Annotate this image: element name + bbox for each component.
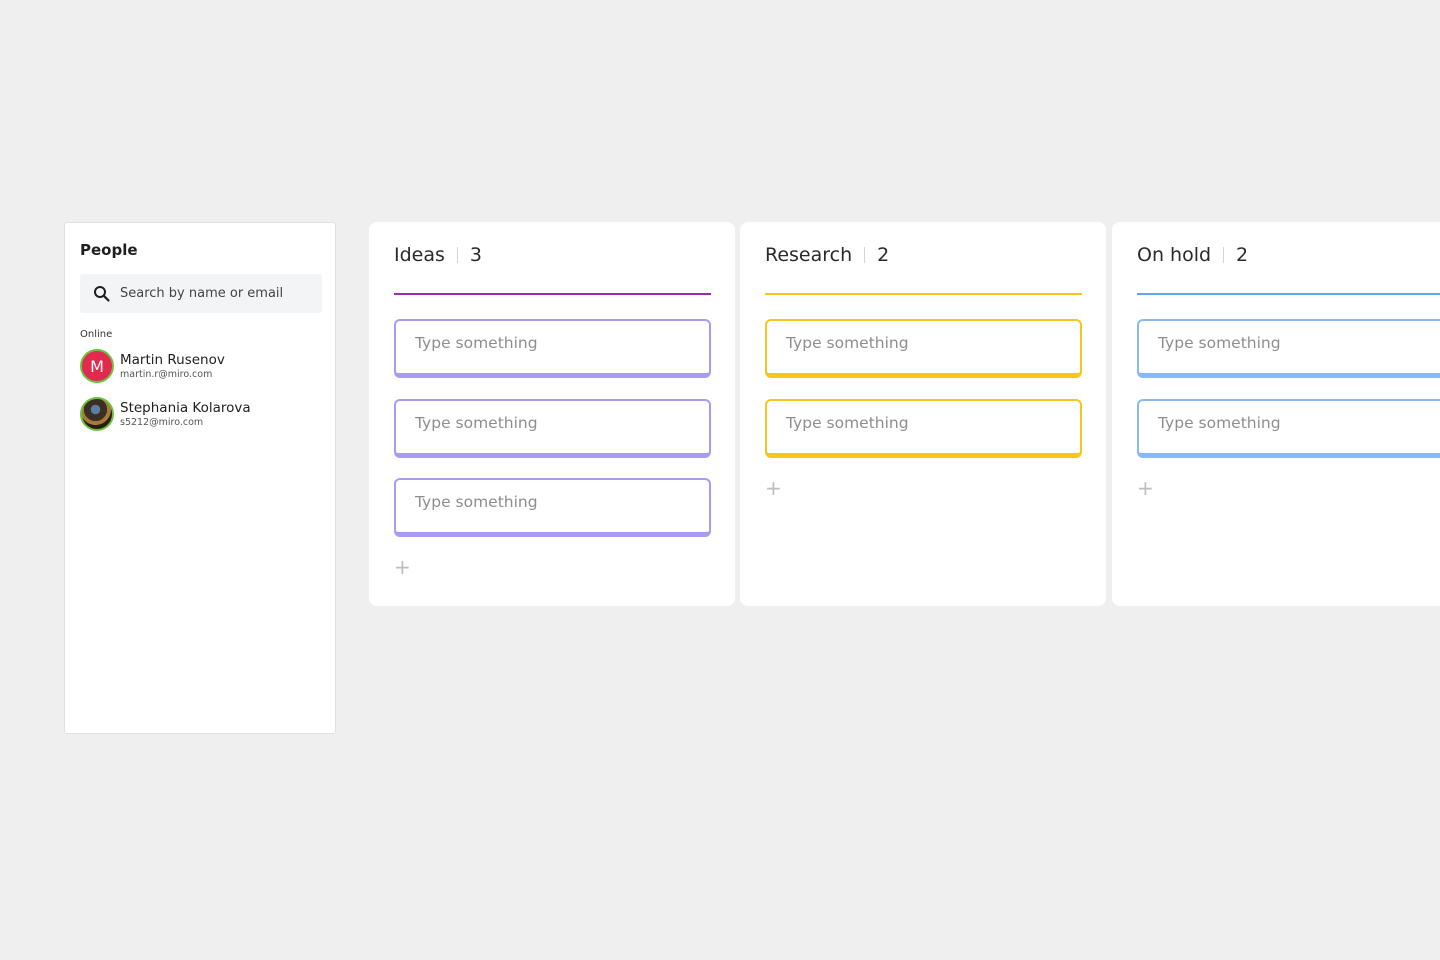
card[interactable]: Type something	[394, 399, 711, 458]
add-card-button[interactable]: +	[394, 557, 411, 577]
divider	[456, 247, 458, 263]
card[interactable]: Type something	[765, 319, 1082, 378]
user-email: martin.r@miro.com	[120, 368, 213, 380]
column-accent-line	[1137, 293, 1440, 295]
user-row-stephania[interactable]: Stephania Kolarova s5212@miro.com	[80, 397, 251, 431]
online-section-label: Online	[80, 329, 113, 340]
card[interactable]: Type something	[1137, 399, 1440, 458]
column-ideas: Ideas 3 Type something Type something Ty…	[369, 222, 735, 606]
people-panel: People Search by name or email Online M …	[64, 222, 336, 734]
column-count: 2	[877, 244, 890, 266]
column-on-hold: On hold 2 Type something Type something …	[1112, 222, 1440, 606]
column-count: 2	[1236, 244, 1249, 266]
user-email: s5212@miro.com	[120, 416, 204, 428]
card[interactable]: Type something	[394, 478, 711, 537]
user-name: Martin Rusenov	[120, 351, 225, 368]
column-title: On hold	[1137, 244, 1212, 266]
avatar	[80, 397, 114, 431]
column-count: 3	[469, 244, 482, 266]
card[interactable]: Type something	[765, 399, 1082, 458]
divider	[1223, 247, 1225, 263]
column-research: Research 2 Type something Type something…	[740, 222, 1106, 606]
column-header[interactable]: Ideas 3	[394, 244, 482, 266]
column-header[interactable]: On hold 2	[1137, 244, 1248, 266]
search-placeholder: Search by name or email	[120, 286, 284, 301]
people-title: People	[80, 241, 138, 259]
search-icon	[94, 285, 110, 302]
divider	[864, 247, 866, 263]
people-search-input[interactable]: Search by name or email	[80, 274, 322, 313]
column-accent-line	[394, 293, 711, 295]
column-title: Research	[765, 244, 853, 266]
add-card-button[interactable]: +	[765, 478, 782, 498]
column-title: Ideas	[394, 244, 445, 266]
add-card-button[interactable]: +	[1137, 478, 1154, 498]
card[interactable]: Type something	[394, 319, 711, 378]
column-accent-line	[765, 293, 1082, 295]
user-name: Stephania Kolarova	[120, 399, 251, 416]
column-header[interactable]: Research 2	[765, 244, 889, 266]
card[interactable]: Type something	[1137, 319, 1440, 378]
avatar: M	[80, 349, 114, 383]
user-row-martin[interactable]: M Martin Rusenov martin.r@miro.com	[80, 349, 225, 383]
